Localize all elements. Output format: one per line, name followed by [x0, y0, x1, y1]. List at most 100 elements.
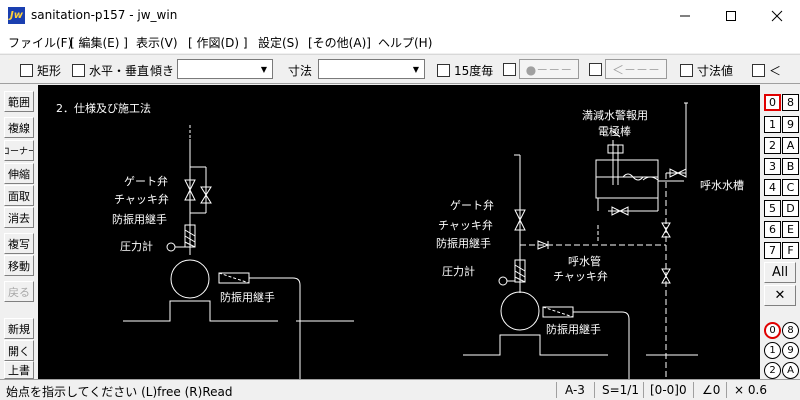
- group-button-9[interactable]: 9: [782, 342, 799, 359]
- tool-copy[interactable]: 複写: [4, 233, 34, 254]
- app-icon: Jw: [8, 7, 25, 24]
- dimval-checkbox[interactable]: [680, 64, 693, 77]
- menu-file[interactable]: ファイル(F): [8, 34, 72, 51]
- dim-combo[interactable]: ▼: [318, 59, 425, 79]
- rect-option[interactable]: 矩形: [20, 62, 61, 79]
- layer-button-5[interactable]: 5: [764, 200, 781, 217]
- layer-button-b[interactable]: B: [782, 158, 799, 175]
- deg15-option[interactable]: 15度毎: [437, 62, 493, 79]
- close-icon: [771, 10, 783, 21]
- status-message: 始点を指示してください (L)free (R)Read: [6, 385, 233, 399]
- tilt-combo[interactable]: ▼: [177, 59, 273, 79]
- status-divider: [556, 382, 557, 398]
- layer-button-e[interactable]: E: [782, 221, 799, 238]
- layer-button-d[interactable]: D: [782, 200, 799, 217]
- left-label-gate-valve: ゲート弁: [124, 174, 168, 188]
- layer-button-4[interactable]: 4: [764, 179, 781, 196]
- drawing-canvas[interactable]: 2．仕様及び施工法 ゲート弁 チャッキ弁 防振用継手 圧力計 防振用継手 満減水…: [38, 85, 760, 379]
- status-divider: [643, 382, 644, 398]
- status-angle[interactable]: ∠0: [702, 383, 720, 397]
- layer-close-button[interactable]: ✕: [764, 285, 796, 306]
- right-label-anti-vib2: 防振用継手: [546, 322, 601, 336]
- status-paper-size[interactable]: A-3: [565, 383, 585, 397]
- tool-open[interactable]: 開く: [4, 340, 34, 361]
- layer-button-f[interactable]: F: [782, 242, 799, 259]
- minimize-button[interactable]: [662, 0, 708, 31]
- tool-stretch[interactable]: 伸縮: [4, 163, 34, 184]
- hv-option[interactable]: 水平・垂直: [72, 62, 149, 79]
- tool-corner[interactable]: コーナー: [4, 140, 34, 161]
- dim-label: 寸法: [288, 64, 313, 78]
- layer-button-6[interactable]: 6: [764, 221, 781, 238]
- layer-button-1[interactable]: 1: [764, 116, 781, 133]
- close-icon: ✕: [774, 288, 786, 303]
- dimval-option[interactable]: 寸法値: [680, 62, 733, 79]
- status-layer-info[interactable]: [0-0]0: [650, 383, 687, 397]
- layer-button-c[interactable]: C: [782, 179, 799, 196]
- group-button-1[interactable]: 1: [764, 342, 781, 359]
- layer-button-2[interactable]: 2: [764, 137, 781, 154]
- menu-help[interactable]: ヘルプ(H): [378, 34, 432, 51]
- tool-move[interactable]: 移動: [4, 255, 34, 276]
- maximize-icon: [726, 10, 736, 21]
- right-label-check-valve: チャッキ弁: [438, 218, 493, 232]
- arrow-checkbox[interactable]: [589, 63, 602, 76]
- group-button-0[interactable]: 0: [764, 322, 781, 339]
- rect-label: 矩形: [37, 64, 62, 78]
- layer-button-8[interactable]: 8: [782, 94, 799, 111]
- layer-button-0[interactable]: 0: [764, 94, 781, 111]
- window-title: sanitation-p157 - jw_win: [31, 8, 178, 22]
- status-divider: [693, 382, 694, 398]
- layer-button-9[interactable]: 9: [782, 116, 799, 133]
- hv-checkbox[interactable]: [72, 64, 85, 77]
- tool-overwrite[interactable]: 上書: [4, 361, 34, 379]
- menu-draw[interactable]: [ 作図(D) ]: [188, 34, 248, 51]
- layer-button-3[interactable]: 3: [764, 158, 781, 175]
- status-divider: [726, 382, 727, 398]
- last-option[interactable]: ＜: [752, 62, 781, 79]
- group-button-a[interactable]: A: [782, 362, 799, 379]
- layer-button-7[interactable]: 7: [764, 242, 781, 259]
- minimize-icon: [680, 15, 690, 16]
- status-divider: [594, 382, 595, 398]
- left-label-check-valve: チャッキ弁: [114, 192, 169, 206]
- tool-erase[interactable]: 消去: [4, 207, 34, 228]
- arrow-line-button[interactable]: ＜－－－: [605, 59, 667, 79]
- right-label-gate-valve: ゲート弁: [450, 198, 494, 212]
- maximize-button[interactable]: [708, 0, 754, 31]
- group-button-2[interactable]: 2: [764, 362, 781, 379]
- drawing-heading: 2．仕様及び施工法: [56, 101, 151, 115]
- tool-undo[interactable]: 戻る: [4, 281, 34, 302]
- toolbar: 矩形 水平・垂直 傾き ▼ 寸法 ▼ 15度毎 ●－－－ ＜－－－ 寸法値 ＜: [0, 54, 800, 84]
- right-label-check-valve2: チャッキ弁: [553, 269, 608, 283]
- status-scale[interactable]: S=1/1: [602, 383, 639, 397]
- title-bar: Jw sanitation-p157 - jw_win: [0, 0, 800, 31]
- menu-bar: ファイル(F) [ 編集(E) ] 表示(V) [ 作図(D) ] 設定(S) …: [0, 31, 800, 53]
- tool-new[interactable]: 新規: [4, 318, 34, 339]
- rect-checkbox[interactable]: [20, 64, 33, 77]
- menu-settings[interactable]: 設定(S): [258, 34, 299, 51]
- close-button[interactable]: [754, 0, 800, 31]
- group-button-8[interactable]: 8: [782, 322, 799, 339]
- chevron-down-icon: ▼: [412, 64, 420, 74]
- tool-chamfer[interactable]: 面取: [4, 185, 34, 206]
- status-zoom[interactable]: × 0.6: [734, 383, 767, 397]
- layer-all-button[interactable]: All: [764, 262, 796, 283]
- tool-range[interactable]: 範囲: [4, 91, 34, 112]
- right-label-priming-tank: 呼水水槽: [700, 179, 744, 192]
- menu-edit[interactable]: [ 編集(E) ]: [70, 34, 128, 51]
- menu-view[interactable]: 表示(V): [136, 34, 178, 51]
- dimval-label: 寸法値: [697, 64, 734, 78]
- right-label-pressure-gauge: 圧力計: [442, 264, 475, 278]
- last-label: ＜: [769, 64, 782, 78]
- layer-button-a[interactable]: A: [782, 137, 799, 154]
- left-label-anti-vib1: 防振用継手: [112, 212, 167, 226]
- dot-line-button[interactable]: ●－－－: [519, 59, 579, 79]
- last-checkbox[interactable]: [752, 64, 765, 77]
- deg15-label: 15度毎: [454, 64, 494, 78]
- right-label-alarm2: 電極棒: [598, 124, 631, 138]
- deg15-checkbox[interactable]: [437, 64, 450, 77]
- menu-other[interactable]: [その他(A)]: [308, 34, 371, 51]
- tool-parallel-line[interactable]: 複線: [4, 117, 34, 138]
- dot-checkbox[interactable]: [503, 63, 516, 76]
